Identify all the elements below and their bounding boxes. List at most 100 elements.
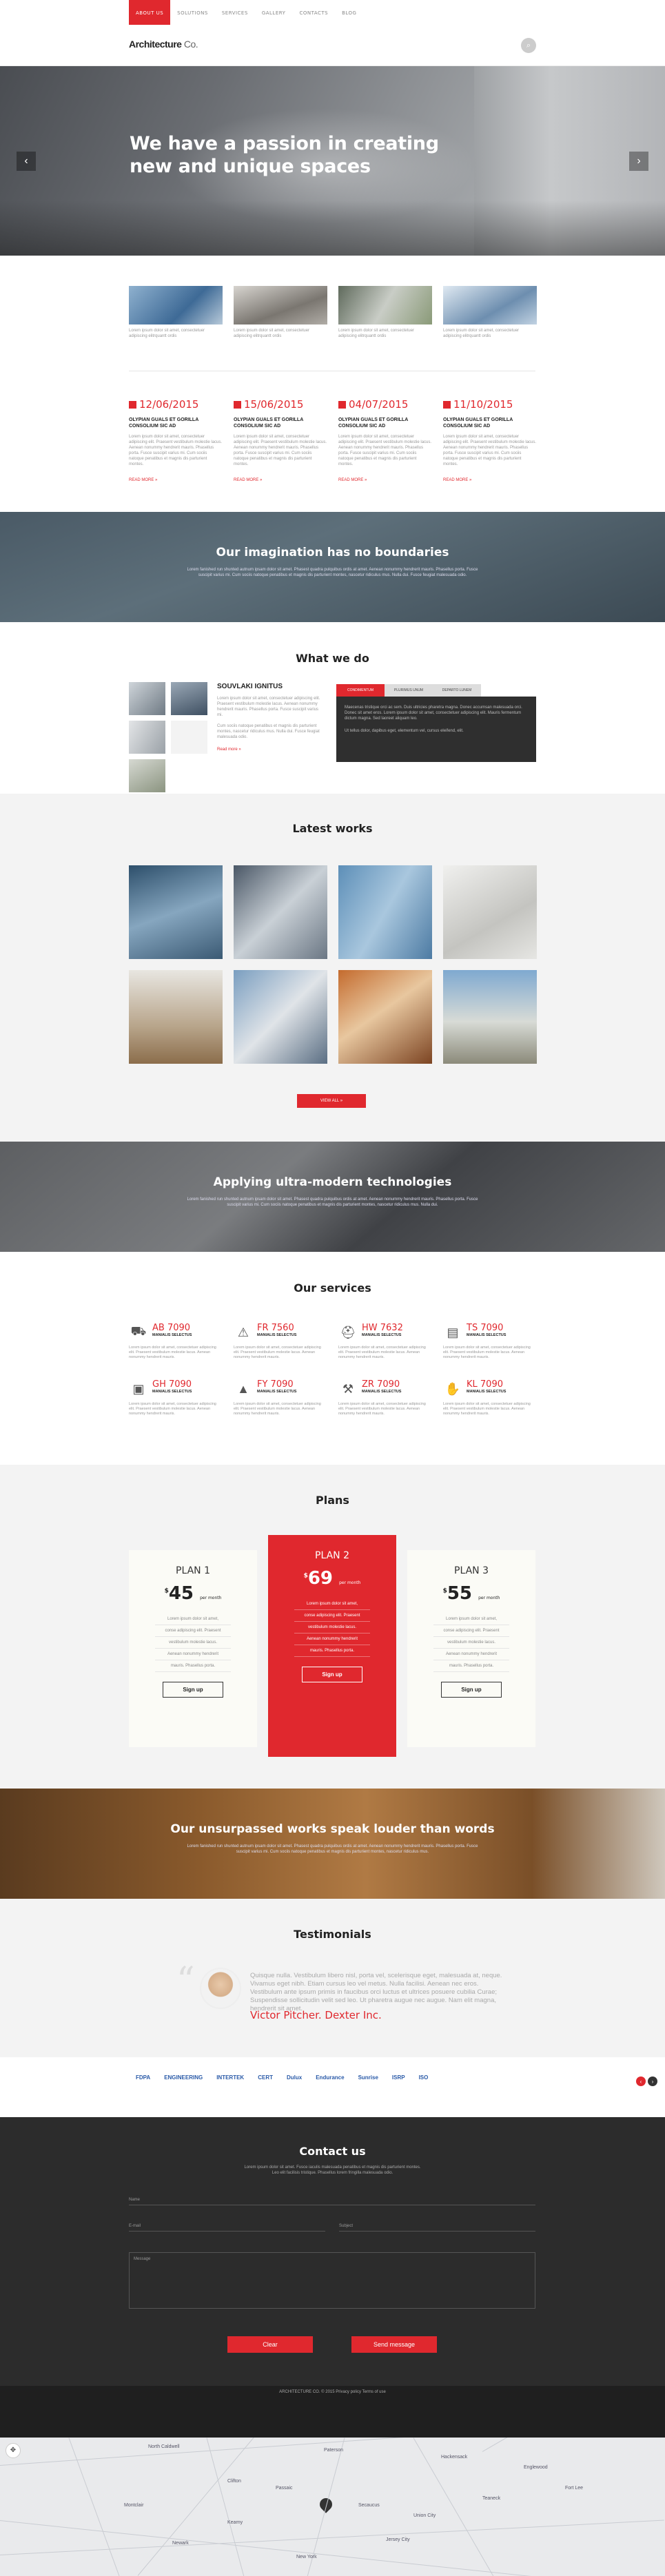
plan-features: Lorem ipsum dolor sit amet, conse adipisc…: [433, 1614, 509, 1672]
partner-logo[interactable]: CERT: [258, 2074, 273, 2081]
service-text: Lorem ipsum dolor sit amet, consectetuer…: [234, 1346, 321, 1359]
nav-item-solutions[interactable]: Solutions: [170, 0, 215, 25]
partner-logo[interactable]: Dulux: [287, 2074, 302, 2081]
slider-next-icon[interactable]: ›: [629, 152, 648, 171]
news-text: Lorem ipsum dolor sit amet, consectetuer…: [443, 435, 537, 466]
clear-button[interactable]: Clear: [227, 2336, 313, 2353]
testimonial-author: Victor Pitcher. Dexter Inc.: [250, 2009, 382, 2021]
warning-icon: ⚠: [237, 1325, 249, 1339]
email-field[interactable]: E-mail: [129, 2224, 325, 2232]
map-label: Clifton: [227, 2479, 241, 2484]
banner-title: Our unsurpassed works speak louder than …: [170, 1822, 495, 1836]
read-more-link[interactable]: Read more »: [443, 478, 537, 482]
thumb-item[interactable]: Lorem ipsum dolor sit amet, consectetuer…: [443, 286, 537, 339]
service-text: Lorem ipsum dolor sit amet, consectetuer…: [129, 1402, 216, 1416]
testimonial-quote: Quisque nulla. Vestibulum libero nisl, p…: [250, 1972, 502, 2012]
news-title[interactable]: OLYPIAN GUALS ET GORILLA CONSOLIUM SIC A…: [129, 417, 223, 429]
sign-up-button[interactable]: Sign up: [163, 1682, 223, 1698]
slider-prev-icon[interactable]: ‹: [17, 152, 36, 171]
site-logo[interactable]: Architecture Co.: [129, 39, 198, 50]
partner-logo[interactable]: Sunrise: [358, 2074, 378, 2081]
helmet-icon: ⛑: [340, 1325, 356, 1339]
work-image[interactable]: [338, 865, 432, 959]
news-title[interactable]: OLYPIAN GUALS ET GORILLA CONSOLIUM SIC A…: [443, 417, 537, 429]
tab-departo-lunem[interactable]: Departo Lunem: [433, 684, 481, 697]
work-image[interactable]: [443, 970, 537, 1064]
partner-logo[interactable]: FDPA: [136, 2074, 150, 2081]
contact-title: Contact us: [299, 2145, 366, 2158]
map-label: Kearny: [227, 2520, 243, 2525]
hero-slider: We have a passion in creating new and un…: [0, 66, 665, 256]
read-more-link[interactable]: Read more »: [338, 478, 432, 482]
map-label: Englewood: [524, 2465, 548, 2470]
thumb-item[interactable]: Lorem ipsum dolor sit amet, consectetuer…: [129, 286, 223, 339]
nav-item-blog[interactable]: Blog: [335, 0, 363, 25]
plan-features: Lorem ipsum dolor sit amet, conse adipisc…: [294, 1598, 370, 1657]
nav-item-contacts[interactable]: Contacts: [292, 0, 335, 25]
work-image[interactable]: [443, 865, 537, 959]
map-pan-control-icon[interactable]: ✥: [6, 2443, 21, 2458]
service-label: MANIALIS SELECTUS: [467, 1333, 507, 1337]
read-more-link[interactable]: Read more »: [217, 748, 320, 752]
tab-widget: Condimentum Plurimus unum Departo Lunem …: [336, 684, 536, 762]
plan-price: $55 per month: [407, 1583, 535, 1604]
view-all-button[interactable]: View all »: [297, 1094, 366, 1108]
map-road: [0, 2520, 662, 2576]
tab-condimentum[interactable]: Condimentum: [336, 684, 385, 697]
news-text: Lorem ipsum dolor sit amet, consectetuer…: [338, 435, 432, 466]
search-icon[interactable]: ⌕: [521, 38, 536, 53]
send-message-button[interactable]: Send message: [351, 2336, 437, 2353]
map-road: [482, 2438, 638, 2452]
arrow-right-icon[interactable]: ›: [648, 2077, 657, 2086]
price-period: per month: [200, 1596, 222, 1600]
arrow-left-icon[interactable]: ‹: [636, 2077, 646, 2086]
map-label: Passaic: [276, 2486, 293, 2491]
service-item: ⚒ ZR 7090 MANIALIS SELECTUS Lorem ipsum …: [338, 1379, 432, 1416]
plan-feature: Aenean nonummy hendrerit: [155, 1649, 231, 1660]
partner-logo[interactable]: Endurance: [316, 2074, 344, 2081]
subject-field[interactable]: Subject: [339, 2224, 535, 2232]
nav-item-services[interactable]: Services: [215, 0, 255, 25]
read-more-link[interactable]: Read more »: [234, 478, 327, 482]
message-field[interactable]: Message: [129, 2252, 535, 2309]
service-code: KL 7090: [467, 1379, 503, 1390]
sign-up-button[interactable]: Sign up: [302, 1667, 362, 1682]
news-title[interactable]: OLYPIAN GUALS ET GORILLA CONSOLIUM SIC A…: [338, 417, 432, 429]
partner-logo[interactable]: ENGINEERING: [164, 2074, 203, 2081]
work-image[interactable]: [129, 865, 223, 959]
tab-plurimus-unum[interactable]: Plurimus unum: [385, 684, 433, 697]
plan-name: PLAN 1: [176, 1565, 210, 1576]
map-label: Newark: [172, 2541, 189, 2546]
partner-logo[interactable]: ISRP: [392, 2074, 405, 2081]
what-we-do-images: [129, 682, 209, 792]
news-date-text: 15/06/2015: [244, 398, 304, 411]
service-code: GH 7090: [152, 1379, 192, 1390]
news-list: 12/06/2015 OLYPIAN GUALS ET GORILLA CONS…: [129, 398, 537, 482]
nav-item-gallery[interactable]: Gallery: [255, 0, 293, 25]
partner-logos: FDPA ENGINEERING INTERTEK CERT Dulux Enduranc…: [136, 2074, 428, 2081]
work-image[interactable]: [234, 865, 327, 959]
partner-logo[interactable]: ISO: [419, 2074, 429, 2081]
sign-up-button[interactable]: Sign up: [441, 1682, 502, 1698]
plan-feature: conse adipiscing elit. Praesent: [294, 1610, 370, 1622]
name-field[interactable]: Name: [129, 2198, 535, 2205]
clipboard-icon: ▤: [447, 1325, 459, 1339]
plan-price: $69 per month: [268, 1568, 396, 1589]
nav-item-about-us[interactable]: About us: [129, 0, 171, 25]
what-we-do-title: What we do: [296, 652, 369, 665]
service-item: ⚠ FR 7560 MANIALIS SELECTUS Lorem ipsum …: [234, 1323, 327, 1360]
read-more-link[interactable]: Read more »: [129, 478, 223, 482]
thumb-item[interactable]: Lorem ipsum dolor sit amet, consectetuer…: [338, 286, 432, 339]
news-item: 11/10/2015 OLYPIAN GUALS ET GORILLA CONS…: [443, 398, 537, 482]
work-image[interactable]: [338, 970, 432, 1064]
work-image[interactable]: [234, 970, 327, 1064]
partner-logo[interactable]: INTERTEK: [216, 2074, 244, 2081]
work-image[interactable]: [129, 970, 223, 1064]
service-code: HW 7632: [362, 1323, 403, 1333]
plan-feature: mauris. Phasellus porta.: [294, 1645, 370, 1657]
top-navigation: About us Solutions Services Gallery Contacts…: [0, 0, 665, 25]
map-label: Fort Lee: [565, 2486, 584, 2491]
news-title[interactable]: OLYPIAN GUALS ET GORILLA CONSOLIUM SIC A…: [234, 417, 327, 429]
location-map[interactable]: ✥ North Caldwell Paterson Hackensack Clifto…: [0, 2438, 665, 2576]
thumb-item[interactable]: Lorem ipsum dolor sit amet, consectetuer…: [234, 286, 327, 339]
